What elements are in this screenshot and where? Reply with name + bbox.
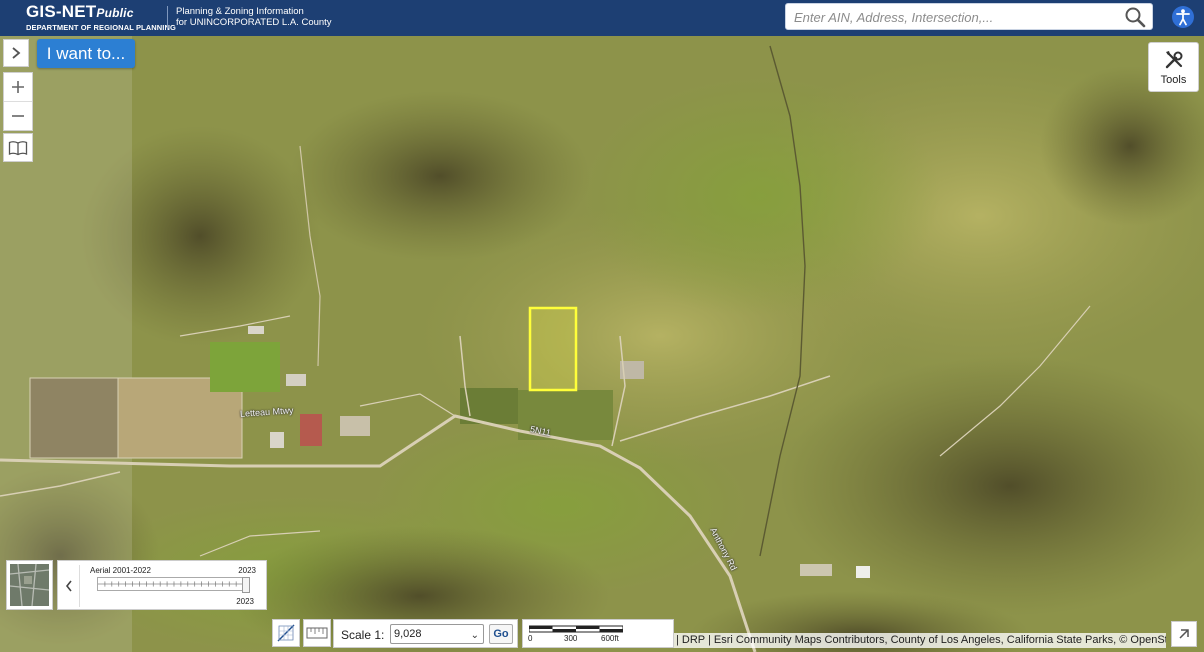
measure-button[interactable] bbox=[272, 619, 300, 647]
measure-grid-icon bbox=[277, 624, 295, 642]
scale-go-button[interactable]: Go bbox=[489, 624, 513, 644]
zoom-in-button[interactable] bbox=[4, 73, 32, 101]
timeline-max-year: 2023 bbox=[238, 566, 256, 575]
panel-expand-button[interactable] bbox=[3, 39, 29, 67]
timeline-title: Aerial 2001-2022 bbox=[90, 566, 151, 575]
scale-bar-label-1: 300 bbox=[564, 634, 578, 643]
zoom-controls bbox=[3, 72, 33, 131]
timeline-slider-handle[interactable] bbox=[242, 577, 250, 593]
basemap-thumbnail[interactable] bbox=[6, 560, 53, 610]
brand-name: GIS-NET bbox=[26, 2, 97, 21]
timeline-divider bbox=[79, 565, 80, 607]
scale-bar-label-2: 600ft bbox=[601, 634, 619, 643]
minus-icon bbox=[12, 115, 24, 117]
expand-arrow-icon bbox=[1179, 629, 1189, 639]
zoom-out-button[interactable] bbox=[4, 101, 32, 130]
header-tagline: Planning & Zoning Information for UNINCO… bbox=[176, 6, 332, 28]
chevron-left-icon bbox=[65, 580, 72, 592]
scale-bar: 0 300 600ft bbox=[522, 619, 674, 648]
scale-label: Scale 1: bbox=[341, 628, 385, 642]
selected-parcel bbox=[528, 306, 578, 392]
timeline-slider[interactable] bbox=[97, 577, 250, 593]
brand-department: DEPARTMENT OF REGIONAL PLANNING bbox=[26, 23, 176, 32]
chevron-right-icon bbox=[12, 47, 21, 59]
aerial-thumbnail-image bbox=[9, 563, 50, 607]
scale-value: 9,028 bbox=[394, 628, 422, 640]
timeline-prev-button[interactable] bbox=[60, 575, 78, 597]
chevron-down-icon: ⌄ bbox=[470, 630, 479, 641]
timeline-ticks bbox=[98, 581, 248, 587]
expand-attribution-button[interactable] bbox=[1171, 621, 1197, 647]
search-icon[interactable] bbox=[1124, 6, 1146, 28]
search-input[interactable] bbox=[792, 7, 1116, 28]
aerial-timeline: Aerial 2001-2022 2023 2023 bbox=[57, 560, 267, 610]
scale-panel: Scale 1: 9,028 ⌄ Go bbox=[333, 619, 518, 648]
legend-button[interactable] bbox=[3, 133, 33, 162]
app-header: GIS-NETPublic DEPARTMENT OF REGIONAL PLA… bbox=[0, 0, 1204, 36]
tagline-line-1: Planning & Zoning Information bbox=[176, 6, 304, 17]
timeline-current-year: 2023 bbox=[236, 597, 254, 606]
tools-label: Tools bbox=[1160, 74, 1187, 86]
scale-select[interactable]: 9,028 ⌄ bbox=[390, 624, 484, 644]
map-attribution: | DRP | Esri Community Maps Contributors… bbox=[674, 633, 1166, 648]
header-divider bbox=[167, 6, 168, 30]
brand-public: Public bbox=[96, 6, 134, 20]
i-want-to-button[interactable]: I want to... bbox=[37, 39, 135, 68]
search-box bbox=[785, 3, 1153, 30]
scale-bar-label-0: 0 bbox=[528, 634, 533, 643]
plus-icon bbox=[12, 81, 24, 93]
tools-icon bbox=[1165, 51, 1183, 69]
tools-button[interactable]: Tools bbox=[1148, 42, 1199, 92]
ruler-icon bbox=[306, 627, 328, 639]
book-icon bbox=[8, 140, 28, 155]
gisnet-logo[interactable]: GIS-NETPublic DEPARTMENT OF REGIONAL PLA… bbox=[26, 2, 176, 32]
tagline-line-2: for UNINCORPORATED L.A. County bbox=[176, 17, 332, 28]
scale-ruler-button[interactable] bbox=[303, 619, 331, 647]
accessibility-icon[interactable] bbox=[1172, 6, 1194, 28]
